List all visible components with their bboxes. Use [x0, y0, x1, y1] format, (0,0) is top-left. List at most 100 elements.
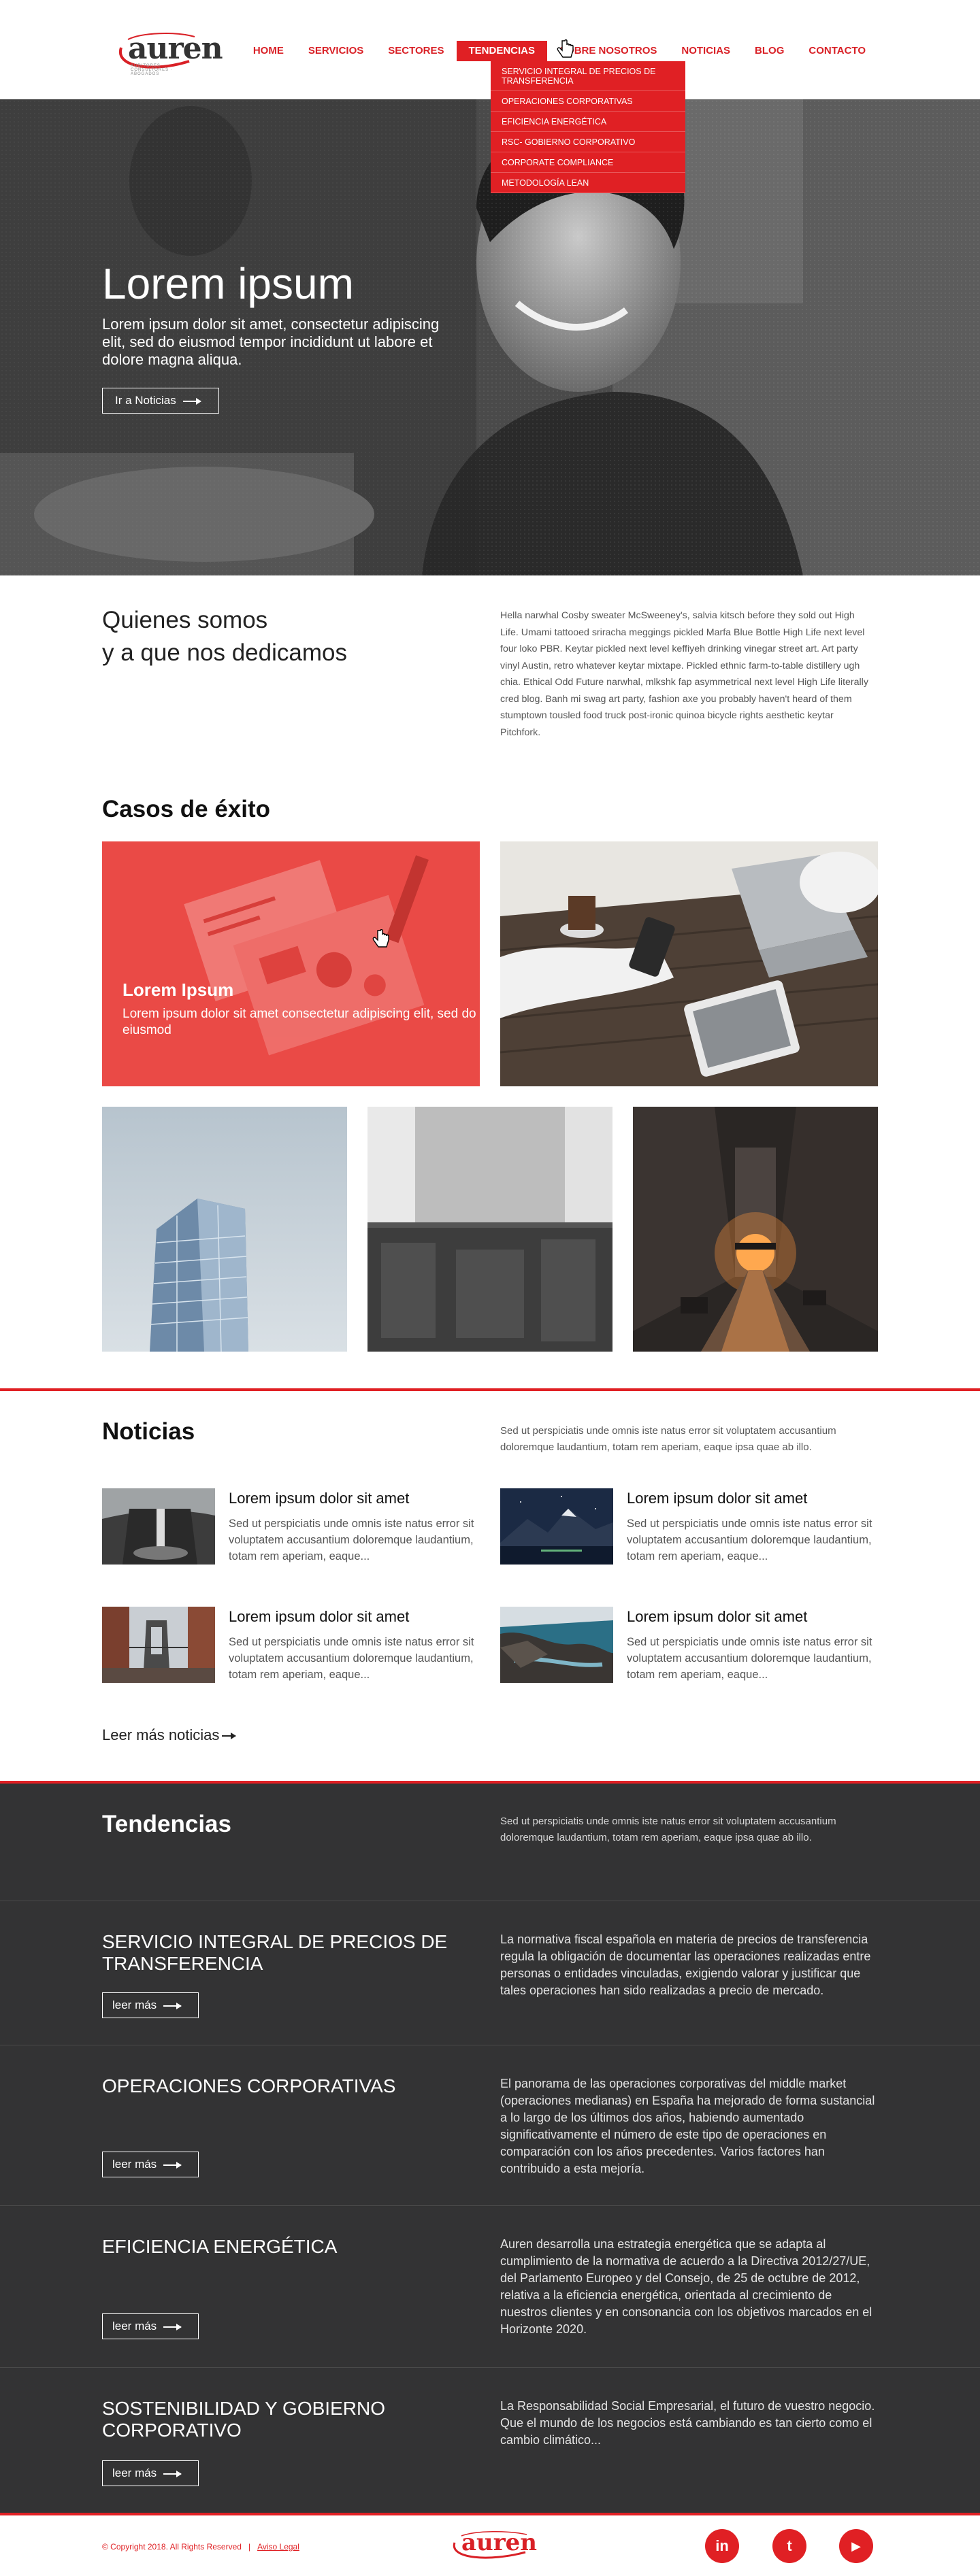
leer-mas-button[interactable]: leer más [102, 1992, 199, 2018]
linkedin-icon[interactable]: in [705, 2529, 739, 2563]
hero-title: Lorem ipsum [102, 259, 354, 308]
tendencia-row: SOSTENIBILIDAD Y GOBIERNO CORPORATIVO La… [0, 2367, 980, 2515]
news-text: Sed ut perspiciatis unde omnis iste natu… [627, 1636, 872, 1681]
tendencia-text: Auren desarrolla una estrategia energéti… [500, 2237, 872, 2336]
case-tile-featured[interactable]: Lorem Ipsum Lorem ipsum dolor sit amet c… [102, 841, 480, 1086]
news-thumb-waterfall [102, 1488, 215, 1565]
tendencia-row: SERVICIO INTEGRAL DE PRECIOS DE TRANSFER… [0, 1901, 980, 2045]
noticias-title: Noticias [102, 1418, 195, 1445]
news-title: Lorem ipsum dolor sit amet [229, 1608, 410, 1625]
arrow-right-icon [182, 397, 201, 405]
site-footer: © Copyright 2018. All Rights Reserved | Av… [0, 2515, 980, 2576]
news-item[interactable]: Lorem ipsum dolor sit amet Sed ut perspi… [500, 1488, 881, 1565]
case-tile-laptop[interactable] [500, 841, 878, 1086]
copyright-separator: | [248, 2542, 251, 2552]
news-title: Lorem ipsum dolor sit amet [627, 1608, 808, 1625]
logo-tagline: AUDITORES · CONSULTORES · ABOGADOS [131, 64, 173, 76]
tendencias-dropdown: SERVICIO INTEGRAL DE PRECIOS DE TRANSFER… [491, 61, 685, 193]
news-item[interactable]: Lorem ipsum dolor sit amet Sed ut perspi… [102, 1607, 483, 1683]
tendencia-row: EFICIENCIA ENERGÉTICA Auren desarrolla u… [0, 2205, 980, 2367]
tendencia-title: OPERACIONES CORPORATIVAS [102, 2075, 396, 2096]
case-laptop-image [500, 841, 878, 1086]
hand-cursor-icon [557, 39, 574, 58]
leer-mas-label: leer más [112, 1998, 157, 2011]
case-featured-title: Lorem Ipsum [122, 980, 234, 1000]
copyright: © Copyright 2018. All Rights Reserved | Av… [102, 2542, 299, 2552]
news-title: Lorem ipsum dolor sit amet [229, 1490, 410, 1507]
nav-noticias[interactable]: NOTICIAS [669, 41, 742, 61]
arrow-right-icon [163, 2002, 182, 2009]
dropdown-item-precios-transferencia[interactable]: SERVICIO INTEGRAL DE PRECIOS DE TRANSFER… [491, 61, 685, 91]
site-header: auren AUDITORES · CONSULTORES · ABOGADOS… [0, 0, 980, 99]
about-title-line1: Quienes somos [102, 607, 268, 633]
case-featured-image [102, 841, 480, 1086]
tendencia-title: SERVICIO INTEGRAL DE PRECIOS DE TRANSFER… [102, 1931, 448, 1974]
aviso-legal-link[interactable]: Aviso Legal [257, 2542, 299, 2552]
nav-servicios[interactable]: SERVICIOS [296, 41, 376, 61]
tendencia-title: EFICIENCIA ENERGÉTICA [102, 2236, 338, 2257]
casos-title: Casos de éxito [102, 796, 271, 822]
nav-contacto[interactable]: CONTACTO [796, 41, 878, 61]
hand-cursor-icon [372, 929, 389, 948]
case-tile-city[interactable] [633, 1107, 878, 1352]
case-tile-concrete[interactable] [368, 1107, 612, 1352]
ir-a-noticias-button[interactable]: Ir a Noticias [102, 388, 219, 414]
noticias-intro: Sed ut perspiciatis unde omnis iste natu… [500, 1425, 836, 1453]
hero-section: Lorem ipsum Lorem ipsum dolor sit amet, … [0, 99, 980, 575]
tendencia-text: El panorama de las operaciones corporati… [500, 2077, 875, 2175]
dropdown-item-eficiencia-energetica[interactable]: EFICIENCIA ENERGÉTICA [491, 112, 685, 132]
footer-logo-text: auren [461, 2529, 538, 2556]
about-title: Quienes somos y a que nos dedicamos [102, 604, 347, 669]
copyright-text: © Copyright 2018. All Rights Reserved [102, 2542, 242, 2552]
tendencia-row: OPERACIONES CORPORATIVAS El panorama de … [0, 2045, 980, 2205]
tendencia-text: La Responsabilidad Social Empresarial, e… [500, 2399, 875, 2447]
leer-mas-label: leer más [112, 2158, 157, 2171]
tendencias-title: Tendencias [102, 1811, 231, 1837]
news-thumb-bridge [102, 1607, 215, 1683]
about-title-line2: y a que nos dedicamos [102, 639, 347, 666]
nav-home[interactable]: HOME [241, 41, 296, 61]
leer-mas-button[interactable]: leer más [102, 2460, 199, 2486]
arrow-right-icon [163, 2323, 182, 2330]
news-item[interactable]: Lorem ipsum dolor sit amet Sed ut perspi… [102, 1488, 483, 1565]
dropdown-item-metodologia-lean[interactable]: METODOLOGÍA LEAN [491, 173, 685, 193]
tendencias-section: Tendencias Sed ut perspiciatis unde omni… [0, 1784, 980, 2515]
auren-logo[interactable]: auren AUDITORES · CONSULTORES · ABOGADOS [114, 27, 223, 76]
news-text: Sed ut perspiciatis unde omnis iste natu… [229, 1518, 474, 1562]
nav-blog[interactable]: BLOG [742, 41, 796, 61]
twitter-icon[interactable]: t [772, 2529, 806, 2563]
footer-auren-logo[interactable]: auren [449, 2528, 537, 2563]
logo-text: auren [128, 31, 223, 66]
about-text: Hella narwhal Cosby sweater McSweeney's,… [500, 610, 868, 738]
news-thumb-coast [500, 1607, 613, 1683]
dropdown-item-operaciones-corporativas[interactable]: OPERACIONES CORPORATIVAS [491, 91, 685, 112]
case-featured-caption: Lorem Ipsum Lorem ipsum dolor sit amet c… [122, 980, 480, 1039]
case-city-image [633, 1107, 878, 1352]
leer-mas-noticias-label: Leer más noticias [102, 1726, 220, 1743]
dropdown-item-corporate-compliance[interactable]: CORPORATE COMPLIANCE [491, 152, 685, 173]
case-tile-building[interactable] [102, 1107, 347, 1352]
news-title: Lorem ipsum dolor sit amet [627, 1490, 808, 1507]
dropdown-item-rsc-gobierno[interactable]: RSC- GOBIERNO CORPORATIVO [491, 132, 685, 152]
case-building-image [102, 1107, 347, 1352]
news-item[interactable]: Lorem ipsum dolor sit amet Sed ut perspi… [500, 1607, 881, 1683]
tendencias-intro: Sed ut perspiciatis unde omnis iste natu… [500, 1816, 836, 1843]
leer-mas-label: leer más [112, 2466, 157, 2479]
news-text: Sed ut perspiciatis unde omnis iste natu… [627, 1518, 872, 1562]
news-text: Sed ut perspiciatis unde omnis iste natu… [229, 1636, 474, 1681]
hero-subtitle: Lorem ipsum dolor sit amet, consectetur … [102, 316, 440, 368]
nav-sectores[interactable]: SECTORES [376, 41, 456, 61]
hero-button-label: Ir a Noticias [115, 394, 176, 407]
arrow-right-icon [163, 2470, 182, 2477]
arrow-right-icon [222, 1733, 237, 1740]
leer-mas-button[interactable]: leer más [102, 2313, 199, 2339]
leer-mas-noticias-link[interactable]: Leer más noticias [102, 1726, 237, 1744]
case-concrete-image [368, 1107, 612, 1352]
news-thumb-mountains [500, 1488, 613, 1565]
leer-mas-label: leer más [112, 2320, 157, 2332]
tendencia-text: La normativa fiscal española en materia … [500, 1933, 871, 1997]
leer-mas-button[interactable]: leer más [102, 2152, 199, 2177]
youtube-icon[interactable]: ▶ [839, 2529, 873, 2563]
nav-tendencias[interactable]: TENDENCIAS [456, 41, 548, 61]
case-featured-text: Lorem ipsum dolor sit amet consectetur a… [122, 1007, 476, 1037]
